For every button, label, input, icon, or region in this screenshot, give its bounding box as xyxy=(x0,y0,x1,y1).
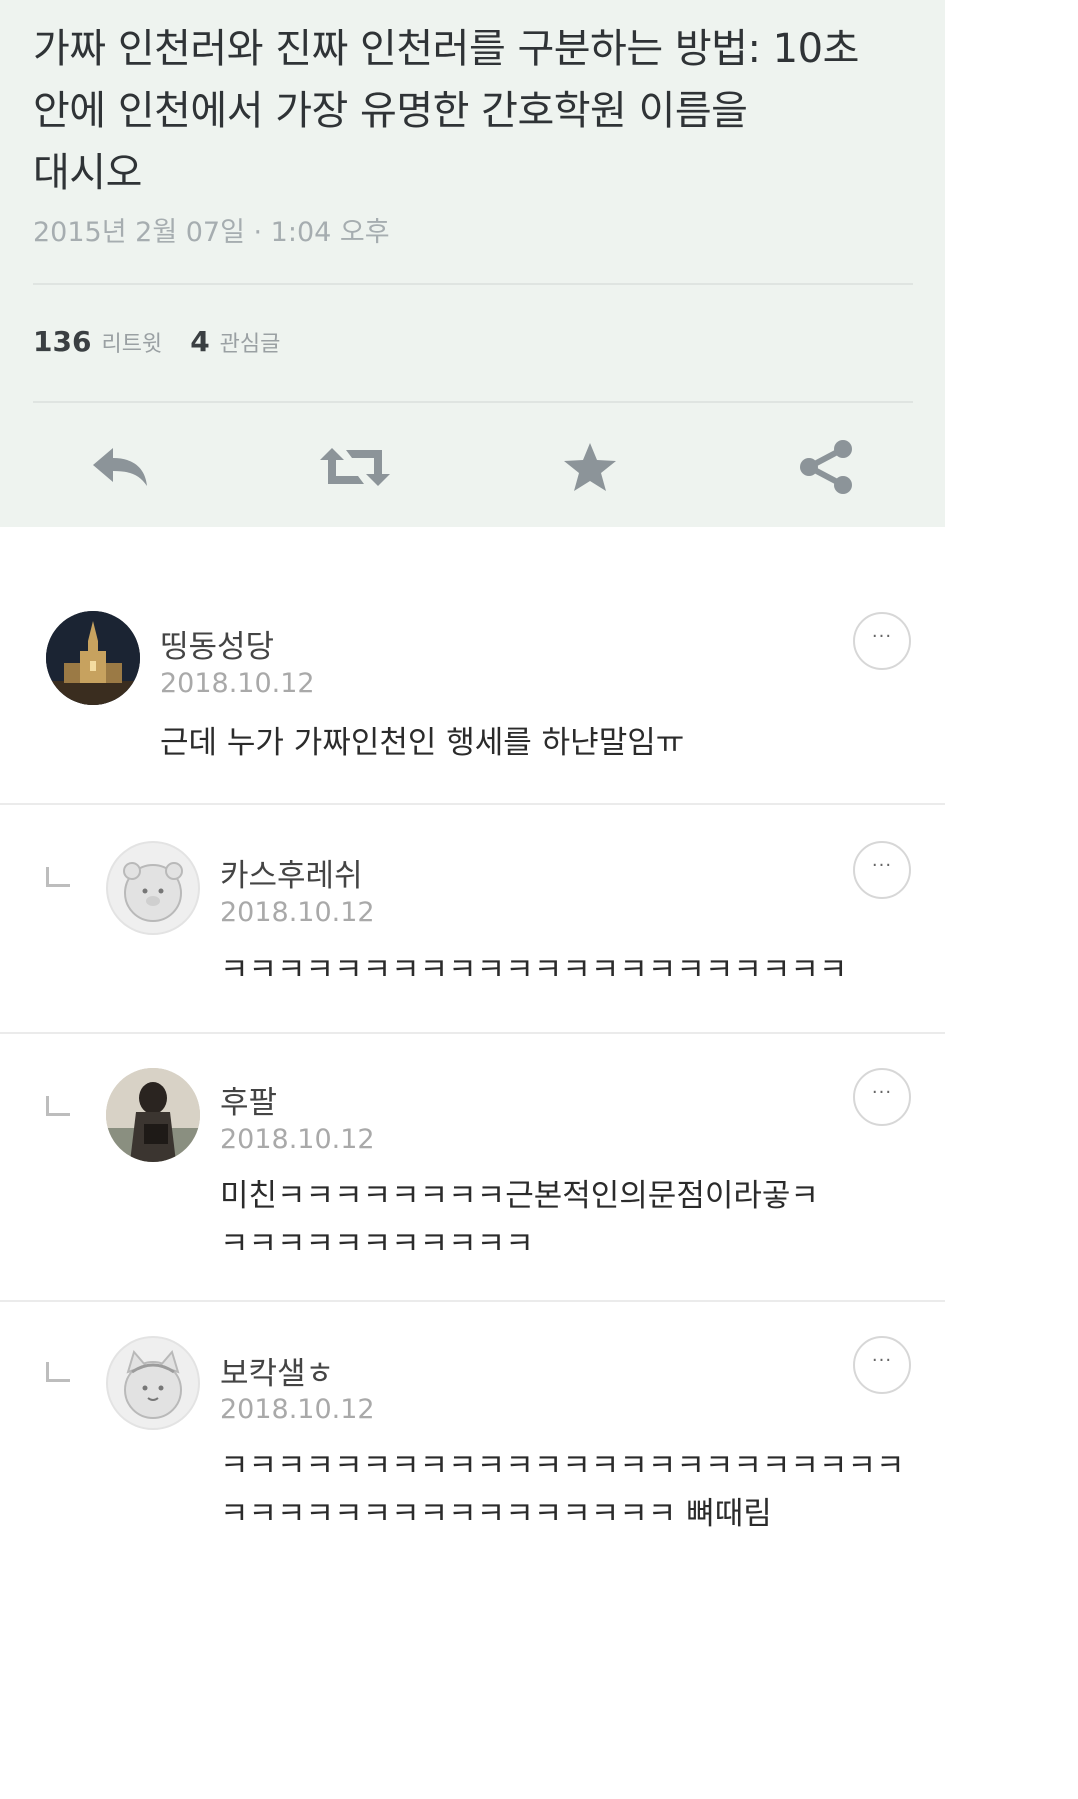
tweet-text-line: 안에 인천에서 가장 유명한 간호학원 이름을 xyxy=(33,88,748,134)
comment-item: 띵동성당 2018.10.12 근데 누가 가짜인천인 행세를 하냔말임ㅠ ··… xyxy=(0,527,945,805)
avatar[interactable] xyxy=(106,1068,200,1162)
comment-author[interactable]: 후팔 xyxy=(220,1077,277,1122)
more-dots-icon: ··· xyxy=(871,855,893,876)
comment-body: ㅋㅋㅋㅋㅋㅋㅋㅋㅋㅋㅋㅋㅋㅋㅋㅋㅋㅋㅋㅋㅋㅋㅋㅋ ㅋㅋㅋㅋㅋㅋㅋㅋㅋㅋㅋㅋㅋㅋㅋ… xyxy=(220,1442,904,1538)
star-icon xyxy=(564,443,616,491)
comment-body-line: ㅋㅋㅋㅋㅋㅋㅋㅋㅋㅋㅋ xyxy=(220,1226,534,1262)
comment-reply-item: 카스후레쉬 2018.10.12 ㅋㅋㅋㅋㅋㅋㅋㅋㅋㅋㅋㅋㅋㅋㅋㅋㅋㅋㅋㅋㅋㅋ … xyxy=(0,805,945,1034)
like-stat[interactable]: 4 관심글 xyxy=(190,325,280,358)
tweet-text-line: 가짜 인천러와 진짜 인천러를 구분하는 방법: 10초 xyxy=(33,26,859,72)
comment-author[interactable]: 카스후레쉬 xyxy=(220,850,363,895)
comment-reply-item: 후팔 2018.10.12 미친ㅋㅋㅋㅋㅋㅋㅋㅋ근본적인의문점이라곻ㅋ ㅋㅋㅋㅋ… xyxy=(0,1034,945,1302)
like-count: 4 xyxy=(190,325,210,358)
screen: 가짜 인천러와 진짜 인천러를 구분하는 방법: 10초 안에 인천에서 가장 … xyxy=(0,0,945,1799)
comment-body: ㅋㅋㅋㅋㅋㅋㅋㅋㅋㅋㅋㅋㅋㅋㅋㅋㅋㅋㅋㅋㅋㅋ xyxy=(220,946,847,994)
retweet-label: 리트윗 xyxy=(101,332,163,357)
divider xyxy=(33,401,913,403)
comment-date: 2018.10.12 xyxy=(160,668,315,699)
comment-date: 2018.10.12 xyxy=(220,897,375,928)
reply-button[interactable] xyxy=(75,425,165,509)
margin-area xyxy=(945,0,1078,1799)
tweet-stats: 136 리트윗 4 관심글 xyxy=(33,325,280,358)
like-label: 관심글 xyxy=(219,332,281,357)
comment-body-line: ㅋㅋㅋㅋㅋㅋㅋㅋㅋㅋㅋㅋㅋㅋㅋㅋㅋㅋㅋㅋㅋㅋㅋㅋ xyxy=(220,1448,905,1484)
more-dots-icon: ··· xyxy=(871,626,893,647)
comment-author[interactable]: 보칵샐ㅎ xyxy=(220,1348,334,1393)
retweet-icon xyxy=(320,448,390,486)
comment-author[interactable]: 띵동성당 xyxy=(160,621,274,666)
comment-date: 2018.10.12 xyxy=(220,1394,375,1425)
like-button[interactable] xyxy=(545,425,635,509)
tweet-actions xyxy=(33,425,913,509)
tweet-timestamp: 2015년 2월 07일 · 1:04 오후 xyxy=(33,217,390,248)
reply-indicator-icon xyxy=(46,867,70,887)
comment-more-button[interactable]: ··· xyxy=(853,612,911,670)
avatar[interactable] xyxy=(106,841,200,935)
reply-icon xyxy=(93,448,147,486)
retweet-count: 136 xyxy=(33,325,92,358)
comment-body-line: 미친ㅋㅋㅋㅋㅋㅋㅋㅋ근본적인의문점이라곻ㅋ xyxy=(220,1178,819,1214)
tweet-card: 가짜 인천러와 진짜 인천러를 구분하는 방법: 10초 안에 인천에서 가장 … xyxy=(0,0,945,527)
divider xyxy=(33,283,913,285)
comment-more-button[interactable]: ··· xyxy=(853,1336,911,1394)
more-dots-icon: ··· xyxy=(871,1350,893,1371)
reply-indicator-icon xyxy=(46,1096,70,1116)
bear-avatar-image xyxy=(123,862,183,922)
comment-body: 근데 누가 가짜인천인 행세를 하냔말임ㅠ xyxy=(160,719,684,767)
cat-avatar-image xyxy=(124,1349,182,1419)
reply-indicator-icon xyxy=(46,1362,70,1382)
tweet-text: 가짜 인천러와 진짜 인천러를 구분하는 방법: 10초 안에 인천에서 가장 … xyxy=(33,18,913,204)
more-dots-icon: ··· xyxy=(871,1082,893,1103)
comment-body-line: ㅋㅋㅋㅋㅋㅋㅋㅋㅋㅋㅋㅋㅋㅋㅋㅋㅋㅋㅋㅋㅋㅋ xyxy=(220,952,848,988)
comment-body-line: 근데 누가 가짜인천인 행세를 하냔말임ㅠ xyxy=(160,725,685,761)
avatar[interactable] xyxy=(46,611,140,705)
retweet-stat[interactable]: 136 리트윗 xyxy=(33,325,162,358)
comment-body-line: ㅋㅋㅋㅋㅋㅋㅋㅋㅋㅋㅋㅋㅋㅋㅋㅋ 뼈때림 xyxy=(220,1496,772,1532)
comment-more-button[interactable]: ··· xyxy=(853,1068,911,1126)
share-icon xyxy=(800,440,852,494)
share-button[interactable] xyxy=(781,425,871,509)
comment-more-button[interactable]: ··· xyxy=(853,841,911,899)
tweet-text-line: 대시오 xyxy=(33,150,142,196)
person-photo-avatar-image xyxy=(106,1068,200,1162)
avatar[interactable] xyxy=(106,1336,200,1430)
comment-date: 2018.10.12 xyxy=(220,1124,375,1155)
comment-reply-item: 보칵샐ㅎ 2018.10.12 ㅋㅋㅋㅋㅋㅋㅋㅋㅋㅋㅋㅋㅋㅋㅋㅋㅋㅋㅋㅋㅋㅋㅋㅋ… xyxy=(0,1302,945,1602)
comment-body: 미친ㅋㅋㅋㅋㅋㅋㅋㅋ근본적인의문점이라곻ㅋ ㅋㅋㅋㅋㅋㅋㅋㅋㅋㅋㅋ xyxy=(220,1172,819,1268)
retweet-button[interactable] xyxy=(310,425,400,509)
cathedral-avatar-image xyxy=(46,611,140,705)
